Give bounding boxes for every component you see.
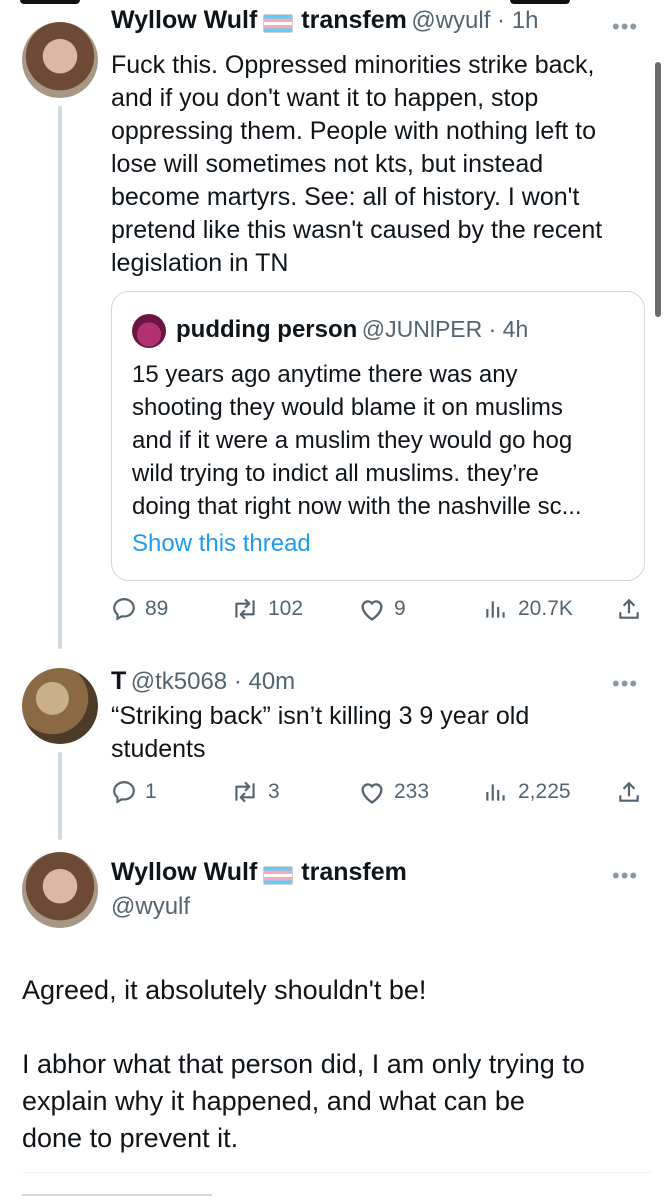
scrollbar-thumb[interactable] — [655, 62, 661, 317]
handle-time: @wyulf · 1h — [411, 10, 539, 34]
quote-line: shooting they would blame it on muslims — [132, 394, 563, 421]
retweet-button[interactable]: 3 — [230, 779, 280, 805]
author-name[interactable]: Wyllow Wulf — [111, 10, 257, 34]
views-count: 20.7K — [518, 597, 573, 620]
author-name[interactable]: Wyllow Wulf — [111, 858, 257, 886]
reply-count: 89 — [145, 597, 169, 620]
trans-flag-icon — [263, 866, 294, 886]
paragraph-line: done to prevent it. — [22, 1123, 239, 1153]
paragraph-line: I abhor what that person did, I am only … — [22, 1049, 585, 1079]
text-line: legislation in TN — [111, 249, 289, 277]
share-button[interactable] — [616, 596, 642, 622]
quoted-tweet[interactable]: pudding person @JUNlPER · 4h 15 years ag… — [111, 291, 645, 581]
reply-icon — [113, 781, 135, 804]
like-count: 233 — [394, 780, 430, 803]
like-count: 9 — [394, 597, 406, 620]
more-icon[interactable]: ••• — [612, 14, 638, 40]
author-name[interactable]: T — [111, 667, 126, 695]
text-line: lose will sometimes not kts, but instead — [111, 150, 544, 178]
handle-time: @tk5068 · 40m — [130, 668, 296, 695]
retweet-count: 3 — [268, 780, 280, 803]
reply-button[interactable]: 89 — [111, 596, 168, 622]
status-bar-fragment — [0, 0, 667, 6]
views-button[interactable]: 2,225 — [482, 779, 571, 805]
paragraph: Agreed, it absolutely shouldn't be! — [22, 975, 427, 1005]
tweet-header: T @tk5068 · 40m — [111, 667, 295, 696]
cutoff-fragment — [22, 1190, 222, 1200]
thread-connector — [58, 106, 62, 649]
reply-icon — [113, 598, 135, 621]
author-handle: @wyulf — [111, 893, 191, 920]
retweet-count: 102 — [268, 597, 304, 620]
quote-header: pudding person @JUNlPER · 4h — [176, 316, 528, 344]
main-tweet-header: Wyllow Wulf transfem — [111, 858, 407, 887]
quote-avatar — [132, 314, 166, 348]
quote-line: and if it were a muslim they would go ho… — [132, 427, 573, 454]
views-icon — [486, 784, 505, 801]
quote-handle-time: @JUNlPER · 4h — [361, 316, 529, 342]
like-button[interactable]: 233 — [358, 779, 429, 805]
thread-connector — [58, 752, 62, 840]
tweet-text: “Striking back” isn’t killing 3 9 year o… — [111, 700, 641, 766]
avatar[interactable] — [22, 22, 98, 98]
reply-button[interactable]: 1 — [111, 779, 157, 805]
like-icon — [361, 783, 383, 804]
quote-line: 15 years ago anytime there was any — [132, 361, 518, 388]
views-count: 2,225 — [518, 780, 571, 803]
divider — [22, 1172, 652, 1173]
main-tweet-text: Agreed, it absolutely shouldn't be! I ab… — [22, 972, 642, 1157]
author-tag: transfem — [301, 10, 407, 34]
retweet-button[interactable]: 102 — [230, 596, 303, 622]
views-icon — [486, 601, 505, 618]
like-button[interactable]: 9 — [358, 596, 406, 622]
avatar[interactable] — [22, 852, 98, 928]
text-line: oppressing them. People with nothing lef… — [111, 117, 597, 145]
reply-count: 1 — [145, 780, 157, 803]
author-tag: transfem — [301, 858, 407, 886]
text-line: pretend like this wasn't caused by the r… — [111, 216, 603, 244]
more-icon[interactable]: ••• — [612, 671, 638, 697]
quote-line: doing that right now with the nashville … — [132, 493, 582, 520]
text-line: “Striking back” isn’t killing 3 9 year o… — [111, 702, 530, 730]
quote-author-name: pudding person — [176, 316, 358, 343]
quote-line: wild trying to indict all muslims. they’… — [132, 460, 539, 487]
retweet-icon — [235, 598, 255, 620]
share-icon — [619, 781, 639, 802]
show-thread-link[interactable]: Show this thread — [132, 530, 311, 558]
share-button[interactable] — [616, 779, 642, 805]
text-line: and if you don't want it to happen, stop — [111, 84, 539, 112]
share-icon — [619, 598, 639, 619]
quote-text: 15 years ago anytime there was any shoot… — [132, 358, 637, 523]
tweet-text: Fuck this. Oppressed minorities strike b… — [111, 49, 641, 280]
avatar[interactable] — [22, 668, 98, 744]
retweet-icon — [235, 781, 255, 803]
views-button[interactable]: 20.7K — [482, 596, 573, 622]
tweet-header: Wyllow Wulf transfem @wyulf · 1h — [111, 10, 538, 38]
text-line: become martyrs. See: all of history. I w… — [111, 183, 580, 211]
trans-flag-icon — [263, 14, 294, 34]
like-icon — [361, 600, 383, 621]
paragraph-line: explain why it happened, and what can be — [22, 1086, 525, 1116]
text-line: Fuck this. Oppressed minorities strike b… — [111, 51, 595, 79]
more-icon[interactable]: ••• — [612, 863, 638, 889]
text-line: students — [111, 735, 206, 763]
